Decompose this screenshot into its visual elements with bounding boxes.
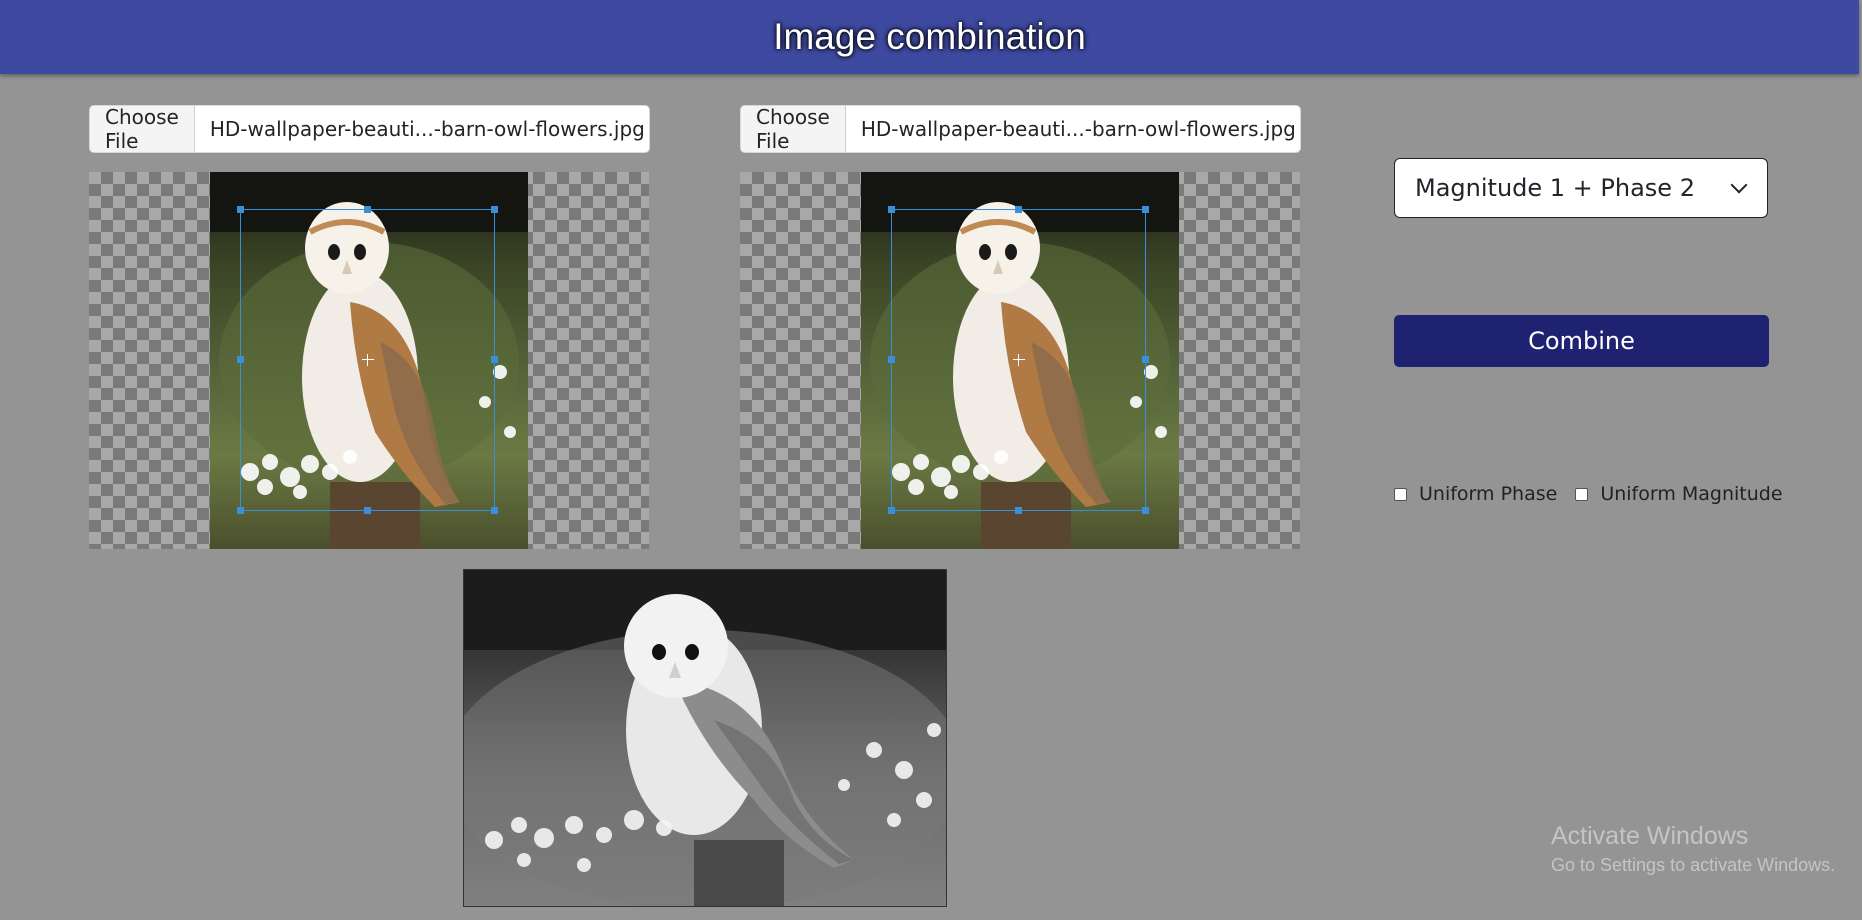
- crop-handle[interactable]: [237, 356, 244, 363]
- crosshair-icon: [361, 354, 374, 366]
- crop-handle[interactable]: [1014, 206, 1022, 213]
- options-row: Uniform Phase Uniform Magnitude: [1394, 483, 1801, 505]
- chevron-down-icon: [1730, 176, 1748, 194]
- combine-button[interactable]: Combine: [1394, 315, 1769, 367]
- app-header: Image combination: [0, 0, 1859, 74]
- owl-image-1: [210, 172, 528, 549]
- page-title: Image combination: [773, 16, 1086, 57]
- activation-watermark: Activate Windows Go to Settings to activ…: [1551, 822, 1835, 876]
- uniform-magnitude-label: Uniform Magnitude: [1600, 483, 1783, 505]
- crop-handle[interactable]: [888, 507, 895, 514]
- crop-handle[interactable]: [1014, 507, 1022, 514]
- file-input-2[interactable]: Choose File HD-wallpaper-beauti...-barn-…: [740, 105, 1301, 153]
- select-value: Magnitude 1 + Phase 2: [1415, 174, 1695, 202]
- crop-frame-2[interactable]: [888, 206, 1149, 514]
- crop-handle[interactable]: [1142, 507, 1149, 514]
- crop-handle[interactable]: [491, 507, 498, 514]
- uniform-magnitude-checkbox[interactable]: [1575, 487, 1589, 501]
- crop-handle[interactable]: [888, 206, 895, 213]
- crosshair-icon: [1012, 354, 1025, 366]
- crop-handle[interactable]: [491, 206, 498, 213]
- file-input-1[interactable]: Choose File HD-wallpaper-beauti...-barn-…: [89, 105, 650, 153]
- crop-handle[interactable]: [237, 507, 244, 514]
- crop-handle[interactable]: [363, 507, 371, 514]
- crop-handle[interactable]: [1142, 356, 1149, 363]
- combination-mode-select[interactable]: Magnitude 1 + Phase 2: [1394, 158, 1768, 218]
- crop-frame-1[interactable]: [237, 206, 498, 514]
- owl-image-2: [861, 172, 1179, 549]
- watermark-title: Activate Windows: [1551, 822, 1749, 850]
- uniform-phase-label: Uniform Phase: [1419, 483, 1558, 505]
- crop-handle[interactable]: [888, 356, 895, 363]
- watermark-subtitle: Go to Settings to activate Windows.: [1551, 855, 1836, 875]
- crop-handle[interactable]: [1142, 206, 1149, 213]
- file-name-2: HD-wallpaper-beauti...-barn-owl-flowers.…: [860, 117, 1296, 141]
- image-cropper-1[interactable]: [89, 172, 649, 549]
- image-cropper-2[interactable]: [740, 172, 1300, 549]
- choose-file-button-1[interactable]: Choose File: [90, 106, 195, 152]
- combined-result-image: [463, 569, 947, 907]
- uniform-phase-checkbox[interactable]: [1394, 487, 1407, 501]
- crop-handle[interactable]: [363, 206, 371, 213]
- file-name-1: HD-wallpaper-beauti...-barn-owl-flowers.…: [209, 117, 645, 141]
- crop-handle[interactable]: [491, 356, 498, 363]
- crop-handle[interactable]: [237, 206, 244, 213]
- choose-file-button-2[interactable]: Choose File: [741, 106, 846, 152]
